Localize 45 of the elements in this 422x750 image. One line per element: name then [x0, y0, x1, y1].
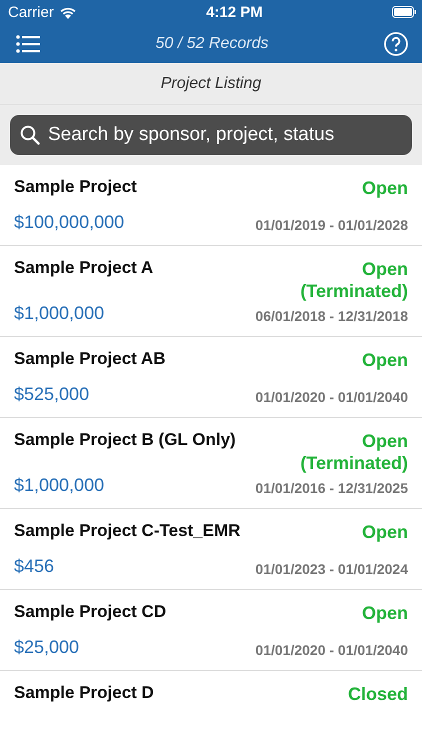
project-name: Sample Project [14, 177, 137, 197]
menu-icon[interactable] [16, 34, 40, 52]
status-label: Open [362, 521, 408, 543]
project-row[interactable]: Sample Project C-Test_EMR $456 Open 01/01/2023 - 01/01/2024 [0, 509, 422, 590]
battery-icon [392, 6, 416, 18]
status-note: (Terminated) [300, 280, 408, 302]
date-range: 01/01/2020 - 01/01/2040 [255, 642, 408, 658]
project-name: Sample Project C-Test_EMR [14, 521, 240, 541]
project-name: Sample Project CD [14, 602, 166, 622]
project-row[interactable]: Sample Project CD $25,000 Open 01/01/2020 - 01/01/2040 [0, 590, 422, 671]
project-row[interactable]: Sample Project AB $525,000 Open 01/01/2020 - 01/01/2040 [0, 337, 422, 418]
project-row[interactable]: Sample Project $100,000,000 Open 01/01/2019 - 01/01/2028 [0, 165, 422, 246]
status-label: Open [362, 177, 408, 199]
project-name: Sample Project D [14, 683, 154, 703]
project-amount: $1,000,000 [14, 303, 106, 324]
date-range: 06/01/2018 - 12/31/2018 [255, 308, 408, 324]
status-label: Open [360, 258, 408, 280]
carrier-label: Carrier [8, 4, 54, 20]
project-name: Sample Project A [14, 258, 154, 278]
search-icon [20, 125, 40, 145]
project-amount: $456 [14, 556, 56, 577]
project-amount: $1,000,000 [14, 475, 106, 496]
project-row[interactable]: Sample Project D Closed [0, 671, 422, 750]
section-title: Project Listing [0, 63, 422, 105]
date-range: 01/01/2020 - 01/01/2040 [255, 389, 408, 405]
status-note: (Terminated) [300, 452, 408, 474]
project-row[interactable]: Sample Project A $1,000,000 Open (Terminated) 06/01/2018 - 12/31/2018 [0, 246, 422, 337]
project-amount: $25,000 [14, 637, 80, 658]
status-label: Open [362, 349, 408, 371]
status-label: Closed [348, 683, 408, 705]
project-name: Sample Project AB [14, 349, 166, 369]
date-range: 01/01/2023 - 01/01/2024 [255, 561, 408, 577]
clock-time: 4:12 PM [206, 4, 263, 20]
records-count-title: 50 / 52 Records [156, 34, 268, 52]
date-range: 01/01/2016 - 12/31/2025 [255, 480, 408, 496]
project-amount: $525,000 [14, 384, 90, 405]
status-label: Open [360, 430, 408, 452]
wifi-icon [58, 6, 77, 18]
project-amount: $100,000,000 [14, 212, 126, 233]
search-field[interactable]: Search by sponsor, project, status [10, 115, 412, 155]
project-name: Sample Project B (GL Only) [14, 430, 236, 450]
help-icon[interactable] [384, 32, 408, 56]
project-row[interactable]: Sample Project B (GL Only) $1,000,000 Open (Terminated) 01/01/2016 - 12/31/2025 [0, 418, 422, 509]
status-label: Open [362, 602, 408, 624]
date-range: 01/01/2019 - 01/01/2028 [255, 217, 408, 233]
